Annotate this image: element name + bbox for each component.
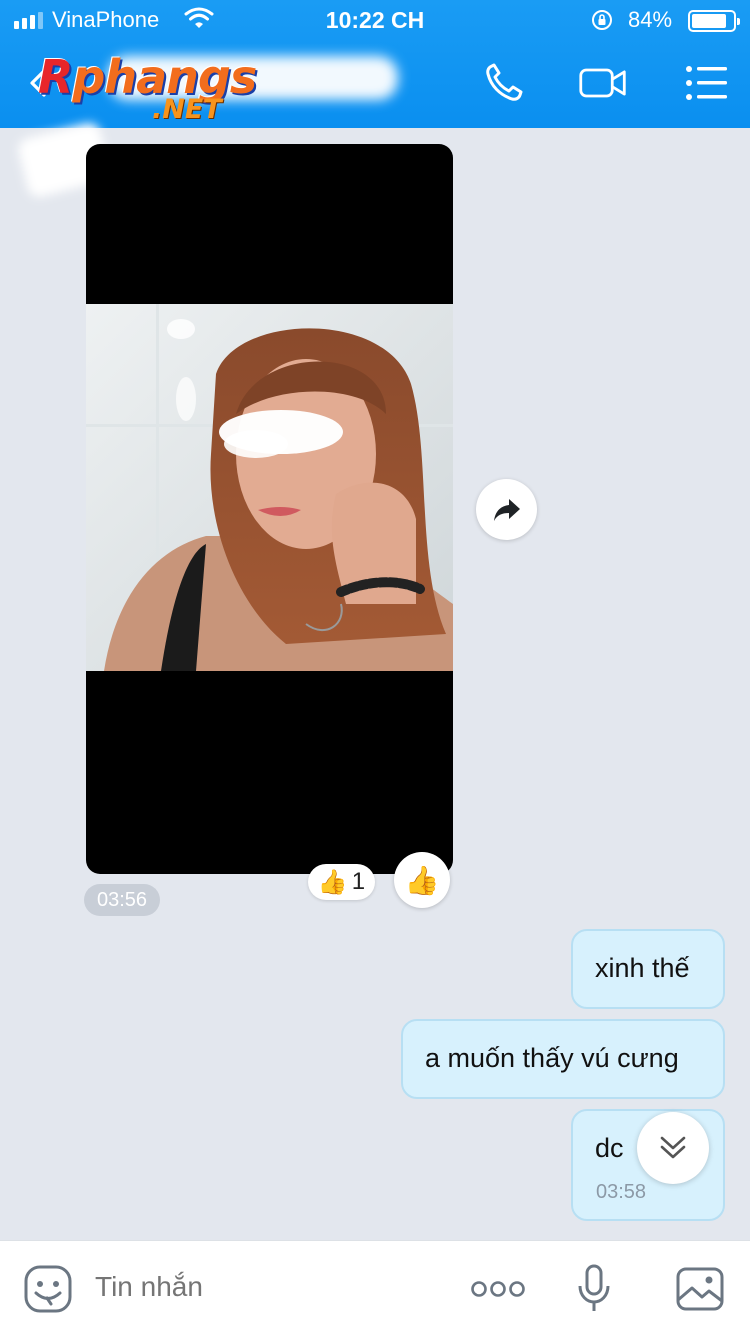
voice-button[interactable] xyxy=(568,1263,620,1315)
watermark-net-text: .NET xyxy=(152,94,222,125)
microphone-icon xyxy=(578,1264,610,1311)
message-composer xyxy=(0,1240,750,1334)
menu-list-icon[interactable] xyxy=(684,60,734,106)
message-time: 03:56 xyxy=(84,884,160,916)
reaction-summary[interactable]: 👍 1 xyxy=(308,864,375,900)
share-button[interactable] xyxy=(476,479,537,540)
share-arrow-icon xyxy=(493,498,520,521)
phone-icon[interactable] xyxy=(480,60,530,106)
gallery-button[interactable] xyxy=(674,1263,726,1315)
more-dots-icon xyxy=(471,1281,525,1297)
sticker-button[interactable] xyxy=(22,1263,74,1315)
battery-percent: 84% xyxy=(628,7,673,32)
message-bubble[interactable]: a muốn thấy vú cưng xyxy=(401,1019,725,1099)
watermark-logo-text: Rphangs xyxy=(38,50,257,104)
message-text: dc xyxy=(595,1133,624,1163)
more-options-button[interactable] xyxy=(470,1263,526,1315)
message-text: a muốn thấy vú cưng xyxy=(425,1043,679,1073)
scroll-to-bottom-button[interactable] xyxy=(637,1112,709,1184)
thumbs-up-icon: 👍 xyxy=(404,864,440,896)
message-bubble[interactable]: xinh thế xyxy=(571,929,725,1009)
status-bar: VinaPhone 10:22 CH 84% xyxy=(0,0,750,40)
message-text: xinh thế xyxy=(595,953,690,983)
double-chevron-down-icon xyxy=(660,1136,686,1159)
react-button[interactable]: 👍 xyxy=(394,852,450,908)
image-message[interactable] xyxy=(86,144,453,874)
video-camera-icon[interactable] xyxy=(578,60,628,106)
reaction-count: 1 xyxy=(351,868,366,895)
sticker-face-icon xyxy=(24,1265,72,1313)
watermark-logo: Rphangs .NET xyxy=(38,50,398,130)
thumbs-up-icon: 👍 xyxy=(317,868,348,896)
orientation-lock-icon xyxy=(592,10,612,30)
battery-fill xyxy=(692,14,726,28)
message-input[interactable] xyxy=(95,1271,425,1303)
gallery-icon xyxy=(676,1267,724,1311)
top-header: VinaPhone 10:22 CH 84% Rphangs .NET xyxy=(0,0,750,128)
photo xyxy=(86,304,453,671)
message-time: 03:58 xyxy=(596,1181,647,1203)
battery-icon xyxy=(688,10,740,32)
